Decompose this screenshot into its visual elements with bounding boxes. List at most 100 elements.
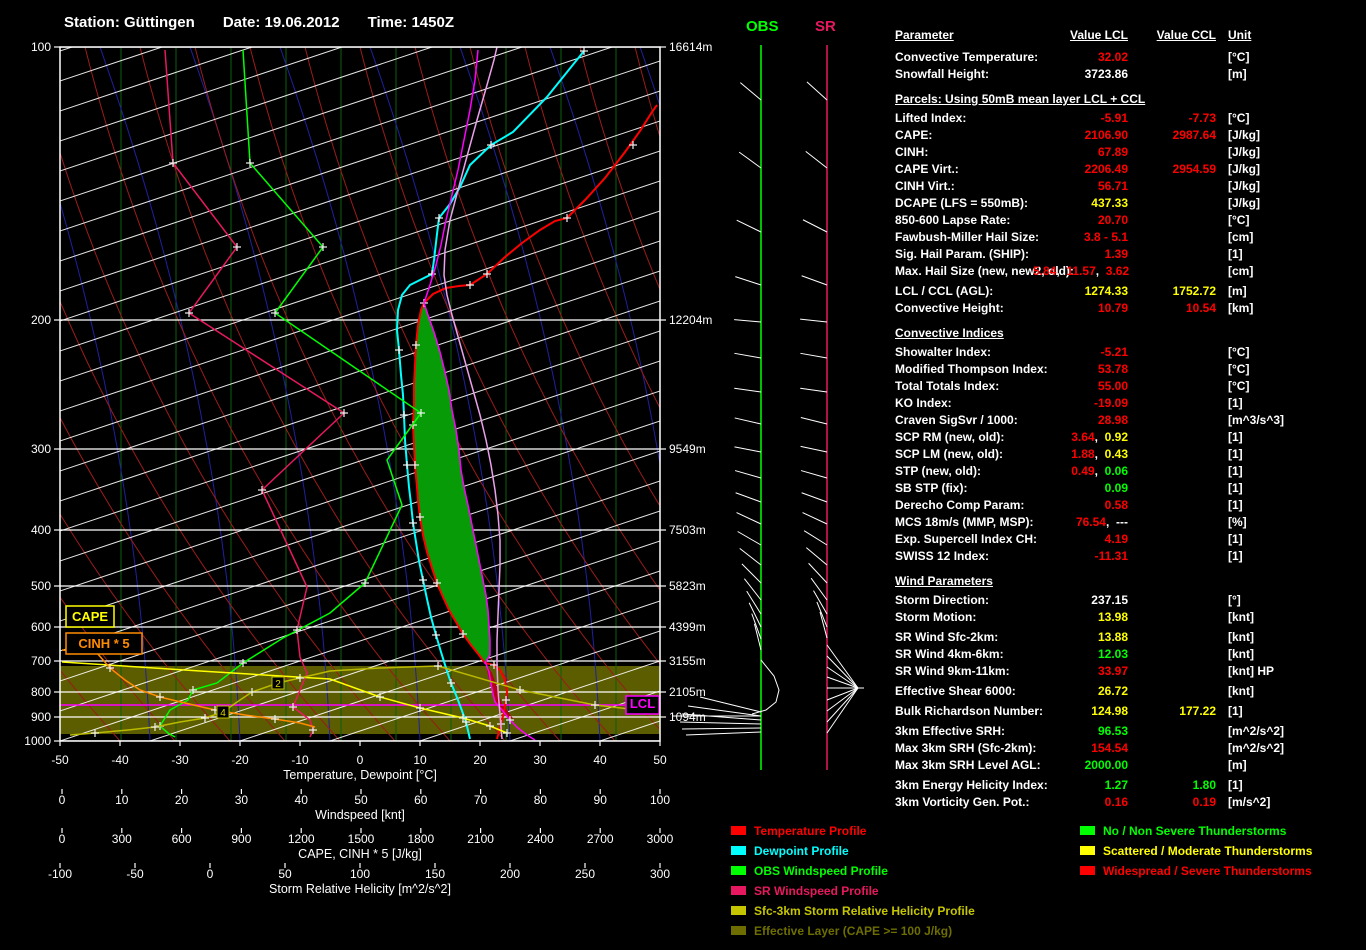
- param-label: CINH:: [895, 145, 929, 159]
- param-label: DCAPE (LFS = 550mB):: [895, 196, 1029, 210]
- param-unit: [°C]: [1228, 213, 1250, 227]
- legend-swatch: [731, 926, 746, 935]
- svg-text:-20: -20: [231, 753, 249, 767]
- param-label: 3km Energy Helicity Index:: [895, 778, 1048, 792]
- svg-text:300: 300: [31, 442, 51, 456]
- svg-text:10: 10: [115, 793, 129, 807]
- legend-item: Effective Layer (CAPE >= 100 J/kg): [731, 924, 952, 938]
- param-value-lcl: 12.03: [1097, 647, 1128, 661]
- svg-text:Temperature, Dewpoint [°C]: Temperature, Dewpoint [°C]: [283, 768, 437, 782]
- param-value-lcl: 32.02: [1097, 50, 1128, 64]
- legend-item: SR Windspeed Profile: [731, 884, 879, 898]
- legend-item: OBS Windspeed Profile: [731, 864, 888, 878]
- legend-item: Widespread / Severe Thunderstorms: [1080, 864, 1312, 878]
- param-label: Bulk Richardson Number:: [895, 704, 1044, 718]
- svg-text:2100: 2100: [467, 832, 494, 846]
- svg-text:10: 10: [413, 753, 427, 767]
- param-value-lcl: 1274.33: [1084, 284, 1128, 298]
- param-unit: [°C]: [1228, 379, 1250, 393]
- svg-text:700: 700: [31, 654, 51, 668]
- table-row: Derecho Comp Param: 0.58 [1]: [893, 498, 1363, 513]
- param-label: Total Totals Index:: [895, 379, 1000, 393]
- legend-label: Temperature Profile: [754, 824, 867, 838]
- legend-label: Scattered / Moderate Thunderstorms: [1103, 844, 1313, 858]
- svg-text:-50: -50: [126, 867, 144, 881]
- param-label: 3km Vorticity Gen. Pot.:: [895, 795, 1030, 809]
- svg-text:CAPE, CINH * 5 [J/kg]: CAPE, CINH * 5 [J/kg]: [298, 847, 422, 861]
- sr_windspeed-profile: [164, 49, 346, 738]
- svg-text:-30: -30: [171, 753, 189, 767]
- svg-text:0: 0: [59, 793, 66, 807]
- param-value-lcl: -11.31: [1094, 549, 1128, 563]
- table-row: Max 3km SRH Level AGL: 2000.00 [m]: [893, 758, 1363, 773]
- legend-swatch: [731, 906, 746, 915]
- param-label: 850-600 Lapse Rate:: [895, 213, 1011, 227]
- param-unit: [1]: [1228, 247, 1243, 261]
- param-unit: [1]: [1228, 447, 1243, 461]
- svg-text:500: 500: [31, 579, 51, 593]
- svg-text:0: 0: [357, 753, 364, 767]
- svg-text:CAPE: CAPE: [72, 609, 108, 624]
- col-header-value-ccl: Value CCL: [1156, 28, 1216, 42]
- param-value-lcl: 154.54: [1091, 741, 1128, 755]
- table-row: SR Wind Sfc-2km: 13.88 [knt]: [893, 630, 1363, 645]
- param-label: Showalter Index:: [895, 345, 992, 359]
- table-row: Craven SigSvr / 1000: 28.98 [m^3/s^3]: [893, 413, 1363, 428]
- param-value-lcl: 1.39: [1104, 247, 1128, 261]
- param-unit: [°C]: [1228, 50, 1250, 64]
- param-unit: [1]: [1228, 430, 1243, 444]
- section-header: Parcels: Using 50mB mean layer LCL + CCL: [895, 92, 1146, 106]
- param-value-lcl: 437.33: [1091, 196, 1128, 210]
- table-row: 850-600 Lapse Rate: 20.70 [°C]: [893, 213, 1363, 228]
- svg-text:5823m: 5823m: [669, 579, 706, 593]
- sounding-app: { "header": { "station": "Station: Gütti…: [0, 0, 1366, 950]
- param-unit: [km]: [1228, 301, 1254, 315]
- section-header: Wind Parameters: [895, 574, 993, 588]
- param-label: Lifted Index:: [895, 111, 967, 125]
- table-row: Sig. Hail Param. (SHIP): 1.39 [1]: [893, 247, 1363, 262]
- param-label: Convective Temperature:: [895, 50, 1039, 64]
- table-row: 3km Energy Helicity Index: 1.27 1.80 [1]: [893, 778, 1363, 793]
- param-value-lcl: 10.79: [1097, 301, 1128, 315]
- table-row: Exp. Supercell Index CH: 4.19 [1]: [893, 532, 1363, 547]
- param-unit: [m^2/s^2]: [1228, 741, 1285, 755]
- svg-text:150: 150: [425, 867, 445, 881]
- param-unit: [m/s^2]: [1228, 795, 1271, 809]
- param-unit: [cm]: [1228, 264, 1254, 278]
- param-label: SCP RM (new, old):: [895, 430, 1005, 444]
- table-row: Storm Motion: 13.98 [knt]: [893, 610, 1363, 625]
- param-unit: [1]: [1228, 532, 1243, 546]
- svg-text:3155m: 3155m: [669, 654, 706, 668]
- svg-text:-100: -100: [48, 867, 72, 881]
- param-value-lcl: 53.78: [1097, 362, 1128, 376]
- param-value-ccl: 2987.64: [1172, 128, 1216, 142]
- col-header-unit: Unit: [1228, 28, 1252, 42]
- param-unit: [knt] HP: [1228, 664, 1274, 678]
- param-unit: [1]: [1228, 704, 1243, 718]
- param-label: MCS 18m/s (MMP, MSP):: [895, 515, 1034, 529]
- svg-text:80: 80: [534, 793, 548, 807]
- table-row: Max 3km SRH (Sfc-2km): 154.54 [m^2/s^2]: [893, 741, 1363, 756]
- param-value-lcl: 5.84, 11.57, 3.62: [1033, 264, 1130, 278]
- param-label: Max 3km SRH Level AGL:: [895, 758, 1041, 772]
- table-row: Fawbush-Miller Hail Size: 3.8 - 5.1 [cm]: [893, 230, 1363, 245]
- svg-text:1000: 1000: [24, 734, 51, 748]
- param-unit: [J/kg]: [1228, 162, 1261, 176]
- svg-text:4: 4: [220, 708, 226, 719]
- svg-text:12204m: 12204m: [669, 313, 712, 327]
- svg-text:100: 100: [650, 793, 670, 807]
- table-row: 3km Vorticity Gen. Pot.: 0.16 0.19 [m/s^2]: [893, 795, 1363, 810]
- svg-text:90: 90: [594, 793, 608, 807]
- param-label: Effective Shear 6000:: [895, 684, 1016, 698]
- table-row: Effective Shear 6000: 26.72 [knt]: [893, 684, 1363, 699]
- legend-swatch: [1080, 866, 1095, 875]
- legend-label: Dewpoint Profile: [754, 844, 849, 858]
- param-unit: [1]: [1228, 778, 1243, 792]
- svg-text:Storm Relative Helicity [m^2/: Storm Relative Helicity [m^2/s^2]: [269, 882, 451, 896]
- param-value-lcl: 0.49, 0.06: [1071, 464, 1128, 478]
- svg-text:250: 250: [575, 867, 595, 881]
- param-label: CAPE:: [895, 128, 933, 142]
- table-row: Wind Parameters: [893, 574, 1363, 589]
- table-row: STP (new, old): 0.49, 0.06 [1]: [893, 464, 1363, 479]
- table-row: SR Wind 4km-6km: 12.03 [knt]: [893, 647, 1363, 662]
